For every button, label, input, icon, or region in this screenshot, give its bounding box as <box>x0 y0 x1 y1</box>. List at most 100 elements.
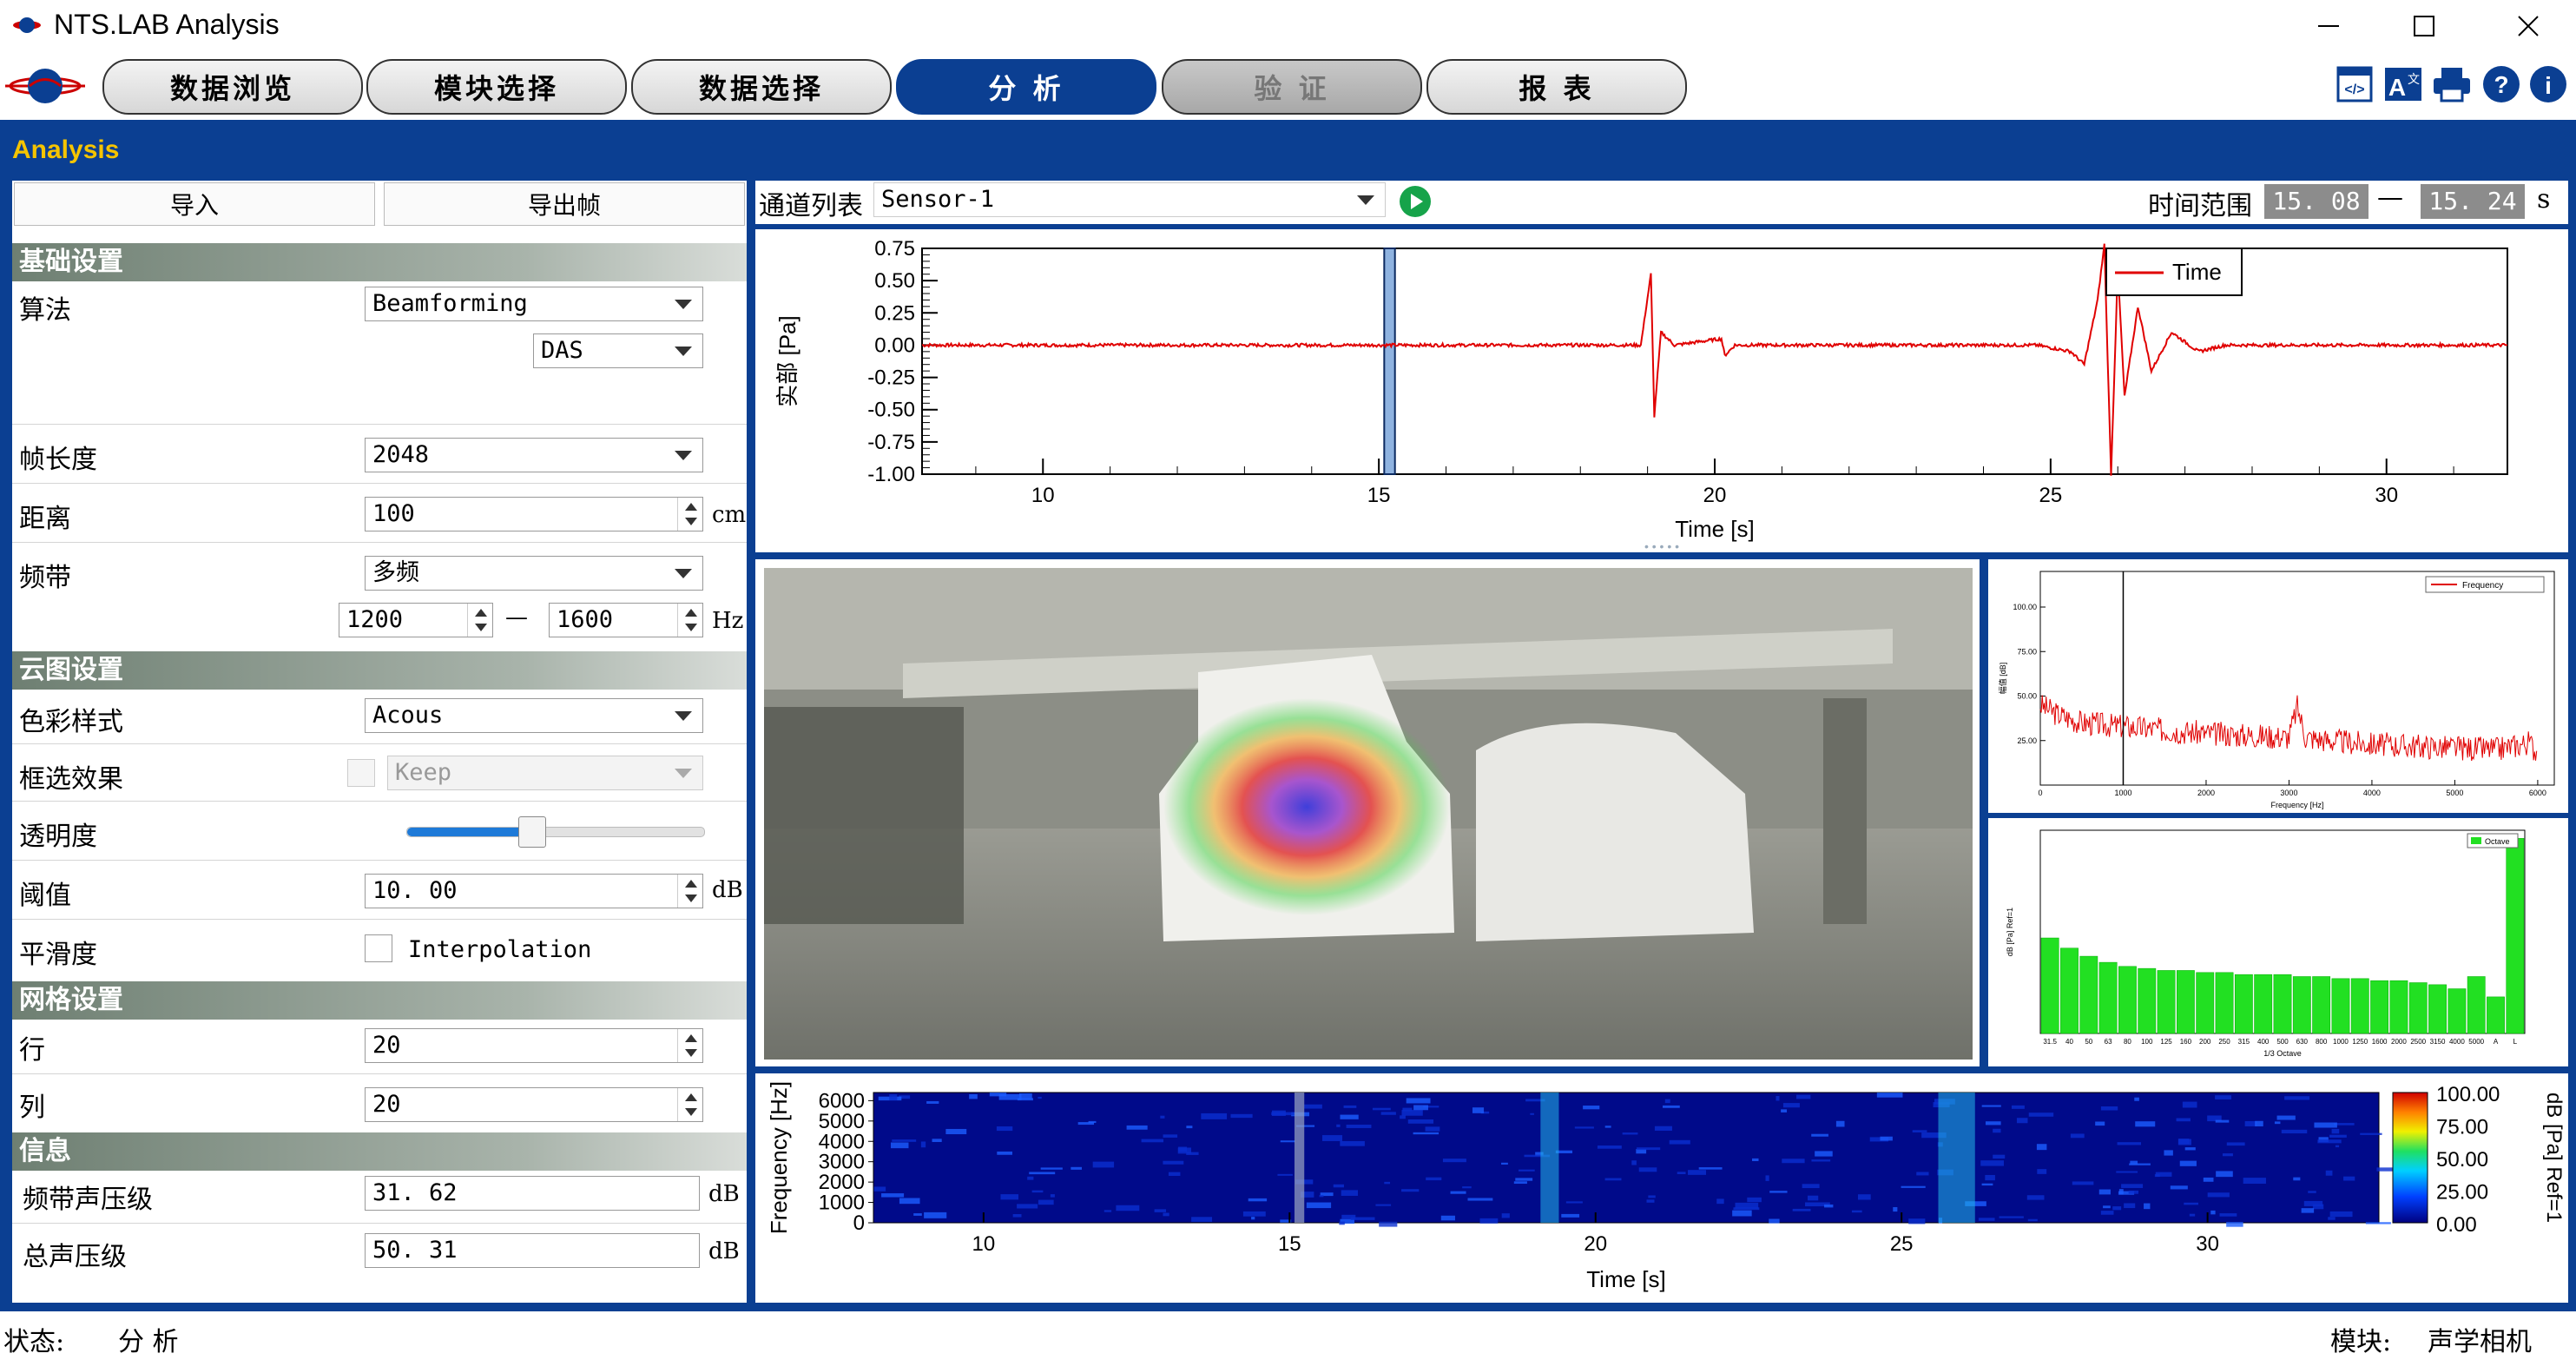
x-tick-label: 20 <box>1584 1232 1607 1256</box>
x-tick-label: 3000 <box>2280 789 2297 797</box>
band-unit: Hz <box>712 608 744 634</box>
tab-6[interactable]: 报 表 <box>1426 59 1687 115</box>
y-tick-label: -0.50 <box>867 399 915 422</box>
translate-icon[interactable]: A 文 <box>2383 64 2423 104</box>
minimize-button[interactable] <box>2294 3 2363 49</box>
channel-select[interactable]: Sensor-1 <box>873 182 1386 217</box>
distance-stepper[interactable]: 100 <box>365 497 703 531</box>
grid-rows-stepper[interactable]: 20 <box>365 1028 703 1063</box>
grid-rows-label: 行 <box>19 1035 45 1066</box>
spectro-noise <box>1462 1186 1472 1189</box>
maximize-button[interactable] <box>2389 3 2459 49</box>
time-end-field[interactable]: 15. 24 <box>2421 184 2525 219</box>
legend-label: Octave <box>2485 837 2510 846</box>
spin-arrows-icon[interactable] <box>467 604 492 637</box>
spectro-noise <box>2329 1211 2353 1218</box>
info-icon[interactable]: i <box>2528 64 2568 104</box>
octave-bar <box>2448 988 2467 1034</box>
color-style-value: Acous <box>372 702 444 729</box>
plot-area <box>873 1092 2380 1224</box>
spin-arrows-icon[interactable] <box>677 1029 702 1062</box>
play-icon[interactable] <box>1398 184 1433 219</box>
spectro-noise <box>926 1101 939 1104</box>
algorithm-select[interactable]: Beamforming <box>365 287 703 321</box>
spectro-noise <box>1425 1126 1440 1132</box>
tab-2[interactable]: 模块选择 <box>366 59 627 115</box>
spectro-noise <box>1851 1210 1862 1213</box>
divider <box>12 1073 747 1074</box>
band-range-dash: — <box>505 604 528 630</box>
spectro-noise <box>2308 1191 2316 1193</box>
tab-5[interactable]: 验 证 <box>1162 59 1422 115</box>
module-value: 声学相机 <box>2428 1327 2532 1357</box>
box-effect-checkbox[interactable] <box>347 759 375 787</box>
x-tick-label: 1600 <box>2372 1038 2388 1046</box>
spectrogram-chart[interactable]: 600050004000300020001000010 15 20 25 30Time … <box>755 1073 2568 1303</box>
spectro-noise <box>2335 1145 2340 1148</box>
code-view-icon[interactable]: </> <box>2336 64 2374 104</box>
spin-arrows-icon[interactable] <box>677 498 702 531</box>
frequency-spectrum-chart[interactable]: 100.00 75.00 50.00 25.00 0 1000 2000 3000 4000 50… <box>1988 559 2568 813</box>
spectro-noise <box>1186 1126 1193 1129</box>
band-high-stepper[interactable]: 1600 <box>549 603 703 637</box>
spectro-noise <box>1565 1201 1583 1204</box>
spectro-noise <box>1000 1194 1019 1200</box>
spectro-noise <box>2301 1208 2315 1213</box>
opacity-slider-track[interactable] <box>406 827 705 837</box>
grid-cols-stepper[interactable]: 20 <box>365 1087 703 1122</box>
band-low-stepper[interactable]: 1200 <box>339 603 493 637</box>
spectro-noise <box>1339 1221 1345 1225</box>
time-signal-chart[interactable]: 0.75 0.50 0.25 0.00 -0.25 -0.50 -0.75 -1.00 10 15… <box>755 229 2568 552</box>
help-icon[interactable]: ? <box>2481 64 2521 104</box>
threshold-stepper[interactable]: 10. 00 <box>365 874 703 908</box>
module-label: 模块: <box>2330 1327 2392 1357</box>
time-range-dash: — <box>2377 182 2403 213</box>
spectro-noise <box>2095 1121 2105 1126</box>
spectro-noise <box>1341 1190 1359 1196</box>
color-style-select[interactable]: Acous <box>365 698 703 733</box>
interpolation-label: Interpolation <box>408 936 592 963</box>
spectro-noise <box>1782 1159 1805 1164</box>
print-icon[interactable] <box>2431 64 2473 104</box>
spin-arrows-icon[interactable] <box>677 604 702 637</box>
spectro-noise <box>873 1186 886 1192</box>
spectro-noise <box>1372 1107 1391 1111</box>
import-button[interactable]: 导入 <box>14 182 375 226</box>
octave-bar-chart[interactable]: 31.5 40 50 63 80 100 125 160 200 250 315 400 500 630 8… <box>1988 818 2568 1066</box>
colorbar-tick-label: 50.00 <box>2436 1148 2488 1172</box>
spectro-noise <box>2121 1184 2144 1188</box>
spectro-noise <box>1163 1160 1184 1165</box>
spectro-noise <box>1993 1154 2006 1159</box>
spectro-noise <box>2028 1112 2054 1117</box>
tab-4[interactable]: 分 析 <box>896 59 1156 115</box>
section-basic: 基础设置 <box>12 243 747 281</box>
box-effect-select[interactable]: Keep <box>387 756 703 790</box>
channel-list-label: 通道列表 <box>759 191 863 221</box>
interpolation-checkbox[interactable] <box>365 934 392 962</box>
tab-1[interactable]: 数据浏览 <box>102 59 363 115</box>
opacity-slider-thumb[interactable] <box>517 816 546 848</box>
divider <box>12 919 747 920</box>
channel-value: Sensor-1 <box>881 186 995 213</box>
spin-arrows-icon[interactable] <box>677 875 702 908</box>
acoustic-camera-view[interactable] <box>764 568 1973 1060</box>
tab-3[interactable]: 数据选择 <box>631 59 892 115</box>
spectro-noise <box>969 1093 978 1099</box>
x-tick-label: 500 <box>2276 1038 2289 1046</box>
band-select[interactable]: 多频 <box>365 556 703 591</box>
spectro-noise <box>1306 1202 1332 1209</box>
spectro-noise <box>2210 1210 2216 1215</box>
close-button[interactable] <box>2494 3 2563 49</box>
colorbar-tick-label: 0.00 <box>2436 1213 2477 1237</box>
spectro-noise <box>924 1211 947 1218</box>
export-frame-button[interactable]: 导出帧 <box>384 182 745 226</box>
spectro-noise <box>1735 1202 1759 1209</box>
x-tick-label: 63 <box>2105 1038 2112 1046</box>
spectro-noise <box>2255 1120 2263 1126</box>
frame-length-select[interactable]: 2048 <box>365 438 703 472</box>
spin-arrows-icon[interactable] <box>677 1088 702 1121</box>
window-title: NTS.LAB Analysis <box>54 9 280 40</box>
time-start-field[interactable]: 15. 08 <box>2264 184 2368 219</box>
algorithm-sub-select[interactable]: DAS <box>533 333 703 368</box>
grid-cols-value: 20 <box>372 1091 401 1118</box>
